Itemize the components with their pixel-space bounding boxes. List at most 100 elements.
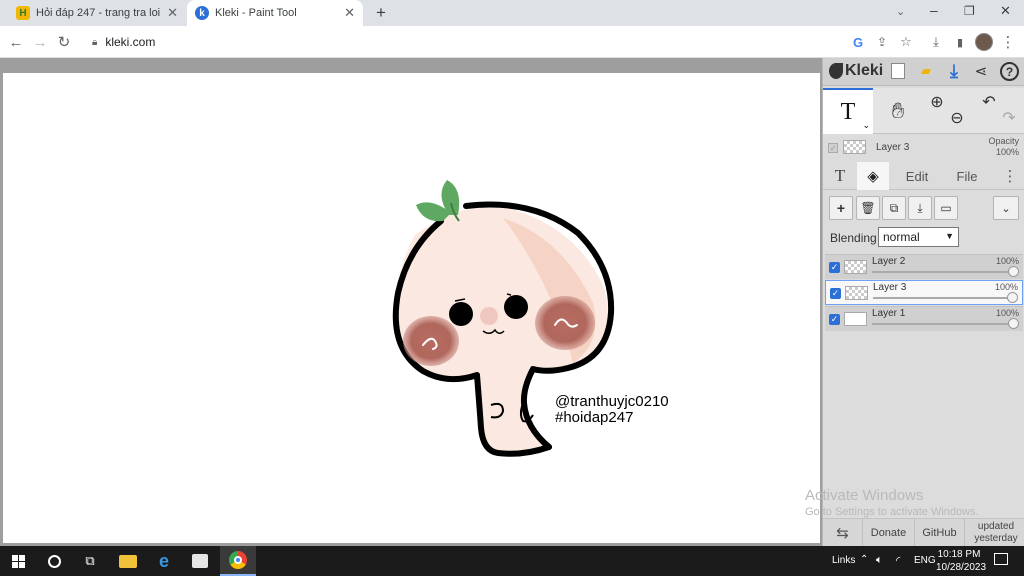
layer-opacity-slider[interactable] — [872, 271, 1013, 273]
search-button[interactable] — [36, 546, 72, 576]
new-tab-button[interactable]: + — [370, 3, 392, 23]
layer-opacity-handle[interactable] — [1008, 318, 1019, 329]
layer-opacity-slider[interactable] — [873, 297, 1012, 299]
bookmark-star-icon[interactable]: ☆ — [894, 30, 918, 54]
tab-tool-settings[interactable]: T — [827, 164, 853, 188]
tab-title: Hỏi đáp 247 - trang tra loi — [36, 7, 161, 19]
rename-layer-button[interactable]: ▭ — [934, 196, 958, 220]
add-layer-button[interactable]: + — [829, 196, 853, 220]
swap-sides-icon[interactable]: ⇆ — [823, 519, 863, 547]
help-icon[interactable]: ? — [1000, 62, 1019, 81]
chevron-down-icon: ⌄ — [1001, 202, 1011, 215]
github-link[interactable]: GitHub — [915, 519, 965, 547]
kleki-footer: ⇆ Donate GitHub updated yesterday — [823, 518, 1024, 547]
caption-hashtag: #hoidap247 — [555, 409, 634, 426]
tab-file[interactable]: File — [945, 164, 989, 188]
undo-icon[interactable]: ↶ — [979, 92, 999, 112]
edge-icon[interactable]: e — [146, 546, 182, 576]
layers-icon: ◈ — [867, 168, 879, 185]
tab-edit[interactable]: Edit — [895, 164, 939, 188]
chevron-down-icon: ▼ — [945, 231, 954, 241]
volume-icon[interactable]: 🔈︎ — [876, 554, 883, 567]
updated-link[interactable]: updated yesterday — [969, 521, 1023, 545]
tab-search-icon[interactable]: ⌄ — [896, 5, 905, 18]
restore-button[interactable]: ❐ — [964, 4, 975, 18]
donate-link[interactable]: Donate — [863, 519, 915, 547]
reload-button[interactable]: ↻ — [52, 30, 76, 54]
merge-down-button[interactable]: ⤓ — [908, 196, 932, 220]
rename-icon: ▭ — [940, 201, 952, 215]
tab-hoidap247[interactable]: H Hỏi đáp 247 - trang tra loi ✕ — [8, 0, 186, 26]
opacity-readout: Opacity 100% — [988, 136, 1019, 157]
canvas-viewport[interactable]: @tranthuyjc0210 #hoidap247 — [0, 58, 822, 546]
duplicate-layer-button[interactable]: ⧉ — [882, 196, 906, 220]
kleki-header: Kleki ▰ ⤓ ⋖ ? — [823, 58, 1024, 86]
wifi-icon[interactable]: ◜ — [896, 554, 900, 567]
activate-windows-subtitle: Go to Settings to activate Windows. — [805, 506, 979, 518]
start-button[interactable] — [0, 546, 36, 576]
new-image-icon[interactable] — [891, 63, 905, 79]
forward-button[interactable]: → — [28, 30, 52, 54]
notifications-icon[interactable] — [994, 553, 1008, 565]
search-circle-icon — [47, 554, 61, 568]
back-button[interactable]: ← — [4, 30, 28, 54]
merge-down-icon: ⤓ — [917, 200, 923, 215]
layer-options-dropdown[interactable]: ⌄ — [993, 196, 1019, 220]
share-icon[interactable]: ⇪ — [870, 30, 894, 54]
download-icon[interactable]: ⤓ — [924, 30, 948, 54]
layer-row[interactable]: ✓ Layer 1 100% — [825, 306, 1023, 331]
layer-visibility-checkbox[interactable]: ✓ — [829, 262, 840, 273]
current-layer-name: Layer 3 — [876, 142, 910, 153]
input-language[interactable]: ENG — [914, 555, 936, 566]
show-hidden-icons-chevron-icon[interactable]: ⌃ — [860, 554, 868, 565]
layer-opacity: 100% — [995, 256, 1019, 266]
links-toolbar[interactable]: Links — [832, 555, 855, 566]
layer-visibility-checkbox[interactable]: ✓ — [830, 288, 841, 299]
close-tab-icon[interactable]: ✕ — [167, 5, 178, 21]
store-icon[interactable] — [182, 546, 218, 576]
tool-row: T ⌄ ✋︎ ⊕ ⊖ ↶ ↷ — [823, 88, 1024, 134]
layer-thumbnail — [844, 312, 867, 326]
more-menu-icon[interactable]: ⋮ — [1001, 164, 1019, 188]
zoom-in-icon[interactable]: ⊕ — [927, 92, 947, 112]
zoom-out-icon[interactable]: ⊖ — [947, 108, 967, 128]
redo-icon[interactable]: ↷ — [999, 108, 1019, 128]
close-window-button[interactable]: ✕ — [1000, 3, 1011, 19]
layer-row[interactable]: ✓ Layer 2 100% — [825, 254, 1023, 279]
file-explorer-icon[interactable] — [110, 546, 146, 576]
layer-visibility-checkbox[interactable]: ✓ — [829, 314, 840, 325]
open-folder-icon[interactable]: ▰ — [917, 63, 935, 79]
minimize-button[interactable]: – — [930, 2, 938, 18]
layer-row[interactable]: ✓ Layer 3 100% — [825, 280, 1023, 305]
chrome-icon[interactable] — [220, 546, 256, 576]
layer-opacity-slider[interactable] — [872, 323, 1013, 325]
share-icon[interactable]: ⋖ — [971, 61, 991, 81]
layer-name: Layer 1 — [872, 308, 906, 319]
task-view-icon[interactable]: ⧉ — [72, 546, 108, 576]
delete-layer-button[interactable]: 🗑︎ — [856, 196, 880, 220]
blending-select[interactable]: normal ▼ — [878, 227, 959, 247]
close-tab-icon[interactable]: ✕ — [344, 5, 355, 21]
menu-kebab-icon[interactable]: ⋮ — [996, 30, 1020, 54]
canvas-caption: @tranthuyjc0210 #hoidap247 — [555, 394, 669, 426]
google-icon[interactable]: G — [846, 30, 870, 54]
system-clock[interactable]: 10:18 PM 10/28/2023 — [936, 548, 986, 574]
drawing-canvas[interactable]: @tranthuyjc0210 #hoidap247 — [3, 73, 820, 543]
tab-kleki[interactable]: k Kleki - Paint Tool ✕ — [187, 0, 363, 26]
text-tool-button[interactable]: T ⌄ — [823, 88, 873, 134]
save-download-icon[interactable]: ⤓ — [944, 60, 964, 82]
hand-tool-icon[interactable]: ✋︎ — [881, 96, 915, 126]
omnibox[interactable]: 🔒︎ kleki.com — [82, 29, 922, 55]
layer-name: Layer 2 — [872, 256, 906, 267]
layer-opacity-handle[interactable] — [1007, 292, 1018, 303]
tab-layers[interactable]: ◈ — [857, 162, 889, 190]
layer-opacity-handle[interactable] — [1008, 266, 1019, 277]
trash-icon: 🗑︎ — [860, 201, 876, 215]
layer-actions: + 🗑︎ ⧉ ⤓ ▭ ⌄ — [823, 196, 1024, 222]
kleki-logo[interactable]: Kleki — [829, 62, 883, 80]
avatar[interactable] — [972, 30, 996, 54]
layer-name: Layer 3 — [873, 282, 907, 293]
layer-visible-checkbox[interactable]: ✓ — [828, 143, 838, 153]
side-panel-icon[interactable]: ▮ — [948, 30, 972, 54]
blending-row: Blending normal ▼ — [823, 227, 1024, 249]
